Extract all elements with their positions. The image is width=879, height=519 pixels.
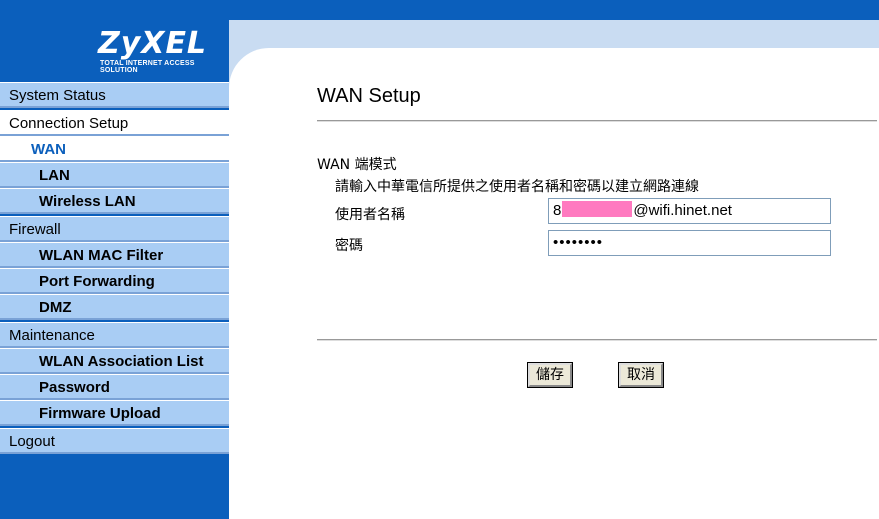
sidebar-item-logout[interactable]: Logout	[0, 428, 229, 454]
divider-top	[317, 120, 877, 122]
wan-mode-label: WAN 端模式	[317, 157, 397, 173]
cancel-button[interactable]: 取消	[618, 362, 664, 388]
divider-bottom	[317, 339, 877, 341]
logo-tagline: TOTAL INTERNET ACCESS SOLUTION	[100, 60, 195, 74]
sidebar-nav: System Status Connection Setup WAN LAN W…	[0, 82, 230, 454]
sidebar-item-firmware-upload[interactable]: Firmware Upload	[0, 400, 229, 426]
zyxel-logo: ZyXEL	[98, 26, 208, 61]
sidebar-item-dmz[interactable]: DMZ	[0, 294, 229, 320]
username-suffix: @wifi.hinet.net	[633, 202, 732, 219]
sidebar-item-wan[interactable]: WAN	[0, 136, 229, 162]
sidebar-item-system-status[interactable]: System Status	[0, 82, 229, 108]
redaction-mark	[562, 201, 633, 217]
sidebar-item-firewall[interactable]: Firewall	[0, 216, 229, 242]
sidebar-item-wlan-mac-filter[interactable]: WLAN MAC Filter	[0, 242, 229, 268]
password-label: 密碼	[335, 238, 363, 254]
page-title: WAN Setup	[317, 85, 421, 107]
username-label: 使用者名稱	[335, 207, 405, 223]
sidebar-item-wlan-association-list[interactable]: WLAN Association List	[0, 348, 229, 374]
save-button[interactable]: 儲存	[527, 362, 573, 388]
sidebar-item-lan[interactable]: LAN	[0, 162, 229, 188]
username-prefix: 8	[553, 202, 562, 219]
sidebar-item-wireless-lan[interactable]: Wireless LAN	[0, 188, 229, 214]
sidebar-item-connection-setup[interactable]: Connection Setup	[0, 110, 229, 136]
logo-area: ZyXEL TOTAL INTERNET ACCESS SOLUTION	[0, 0, 229, 82]
sidebar-item-password[interactable]: Password	[0, 374, 229, 400]
sidebar-item-maintenance[interactable]: Maintenance	[0, 322, 229, 348]
content-header-band	[229, 20, 879, 48]
instructions-text: 請輸入中華電信所提供之使用者名稱和密碼以建立網路連線	[335, 179, 699, 195]
sidebar-item-port-forwarding[interactable]: Port Forwarding	[0, 268, 229, 294]
username-field[interactable]: 8 @wifi.hinet.net	[548, 198, 831, 224]
password-field[interactable]: ••••••••	[548, 230, 831, 256]
